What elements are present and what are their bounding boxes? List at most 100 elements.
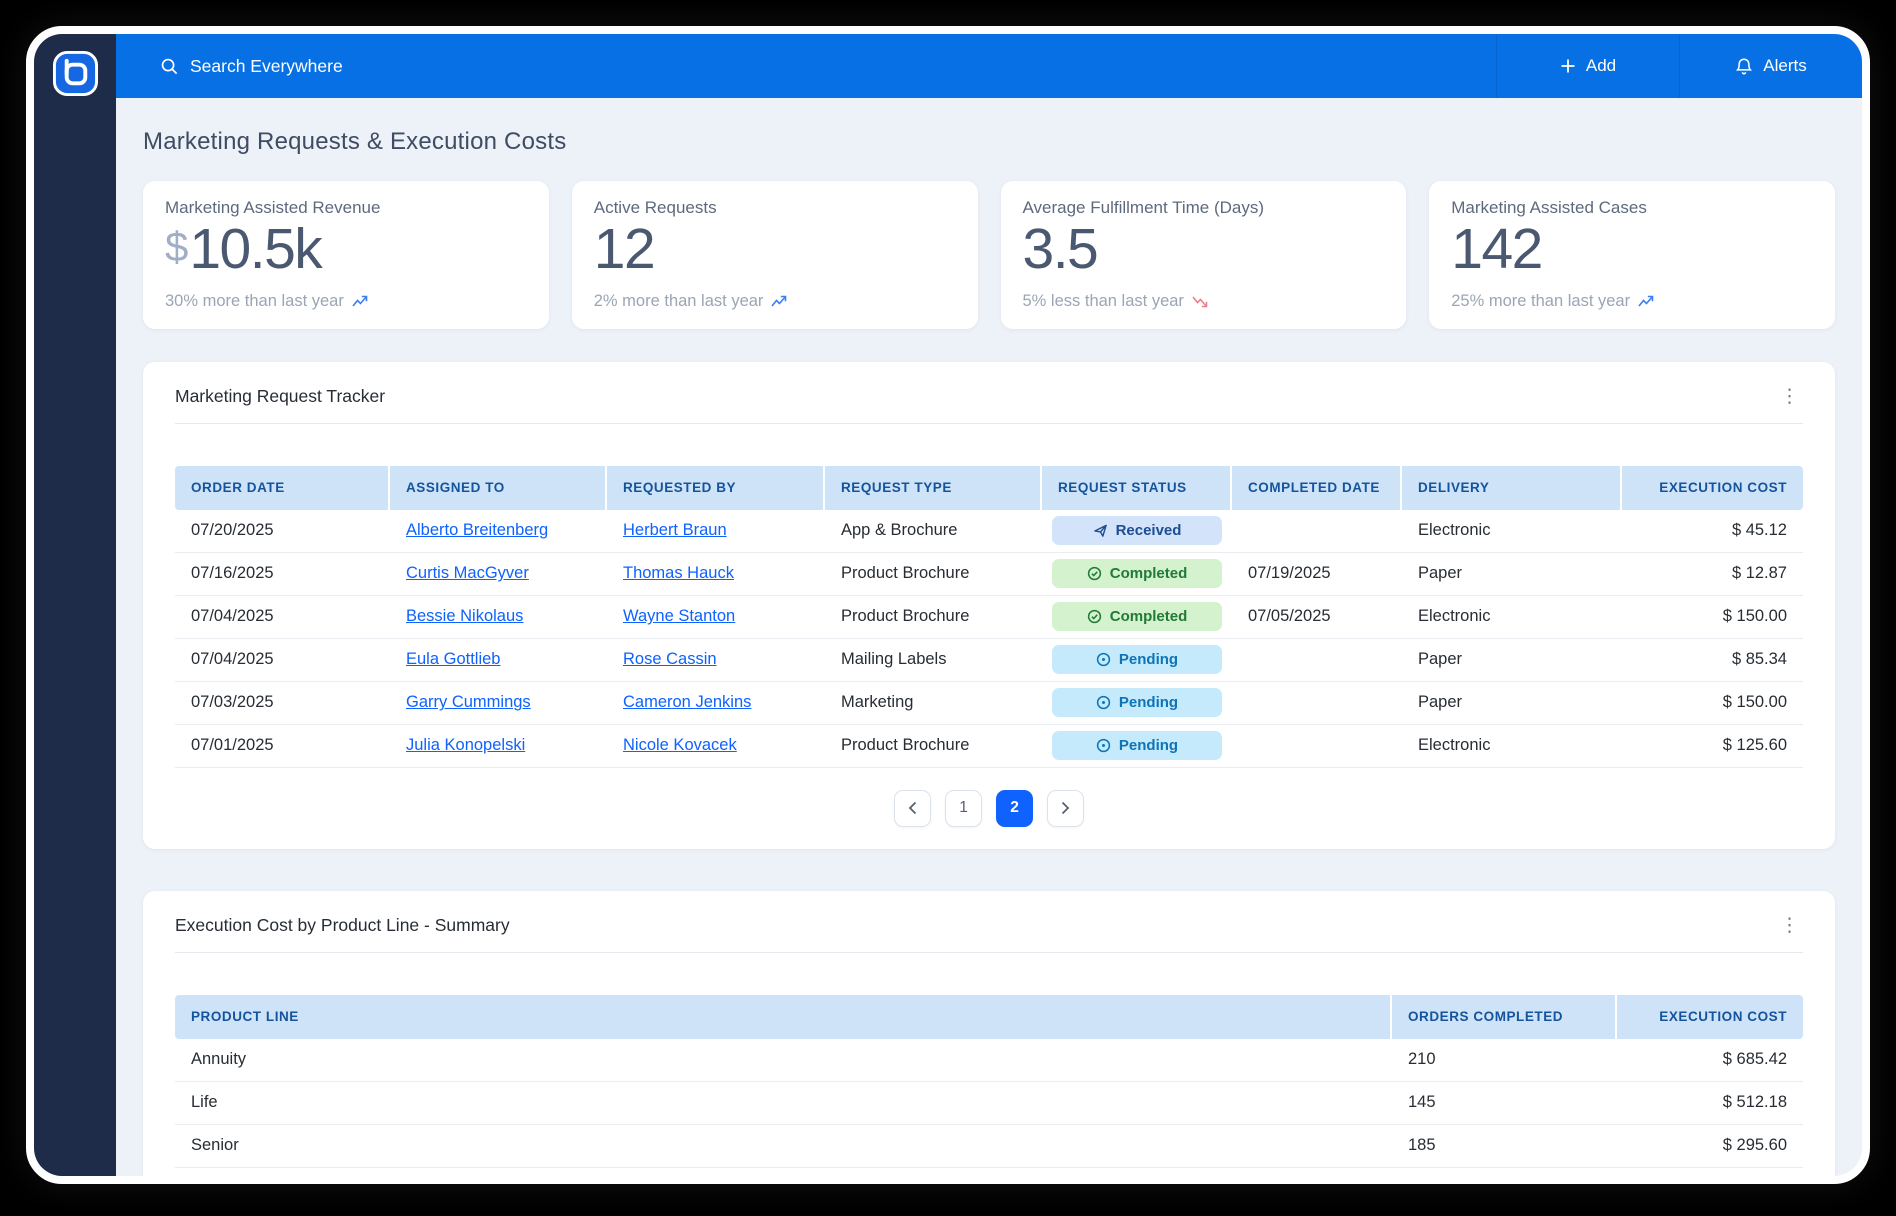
tracker-table-header: ORDER DATE ASSIGNED TO REQUESTED BY REQU… — [175, 465, 1803, 510]
column-header: ORDER DATE — [175, 465, 390, 510]
main-area: Search Everywhere Add Alerts Marketing R… — [116, 34, 1862, 1176]
topbar: Search Everywhere Add Alerts — [116, 34, 1862, 98]
requested-by-link[interactable]: Nicole Kovacek — [623, 736, 737, 755]
requested-by-link[interactable]: Herbert Braun — [623, 521, 727, 540]
plus-icon — [1560, 58, 1576, 74]
trend-up-icon — [1638, 295, 1654, 307]
status-badge: Pending — [1052, 731, 1222, 761]
check-circle-icon — [1087, 567, 1101, 581]
order-date-cell: 07/16/2025 — [191, 564, 274, 583]
sidebar — [34, 34, 116, 1176]
divider — [175, 422, 1803, 424]
column-header: REQUEST TYPE — [825, 465, 1042, 510]
chevron-left-icon — [908, 802, 917, 815]
summary-table-header: PRODUCT LINE ORDERS COMPLETED EXECUTION … — [175, 994, 1803, 1039]
kebab-menu-icon[interactable]: ⋮ — [1776, 916, 1803, 935]
order-date-cell: 07/20/2025 — [191, 521, 274, 540]
bell-icon — [1735, 57, 1753, 76]
assigned-to-link[interactable]: Bessie Nikolaus — [406, 607, 523, 626]
request-type-cell: App & Brochure — [841, 521, 958, 540]
alerts-button[interactable]: Alerts — [1679, 34, 1862, 98]
delivery-cell: Paper — [1418, 693, 1463, 712]
panel-title: Marketing Request Tracker — [175, 386, 386, 407]
send-icon — [1093, 524, 1107, 538]
next-page-button[interactable] — [1047, 789, 1084, 827]
kpi-delta: 2% more than last year — [594, 292, 956, 311]
column-header: ASSIGNED TO — [390, 465, 607, 510]
requested-by-link[interactable]: Wayne Stanton — [623, 607, 735, 626]
completed-date-cell — [1232, 510, 1402, 552]
product-line-cell: Disability — [175, 1168, 1392, 1176]
completed-date-cell: 07/05/2025 — [1248, 607, 1331, 626]
status-badge: Received — [1052, 516, 1222, 546]
panel-header: Execution Cost by Product Line - Summary… — [175, 915, 1803, 937]
requested-by-link[interactable]: Thomas Hauck — [623, 564, 734, 583]
execution-cost-cell: $ 125.60 — [1722, 736, 1787, 755]
assigned-to-link[interactable]: Garry Cummings — [406, 693, 531, 712]
kpi-label: Marketing Assisted Revenue — [165, 198, 381, 217]
column-header: EXECUTION COST — [1659, 480, 1787, 496]
completed-date-cell — [1232, 639, 1402, 681]
pending-circle-icon — [1096, 739, 1111, 753]
order-date-cell: 07/04/2025 — [191, 607, 274, 626]
table-row: 07/20/2025 Alberto Breitenberg Herbert B… — [175, 510, 1803, 553]
kpi-delta: 25% more than last year — [1451, 292, 1813, 311]
execution-cost-cell: $ 685.42 — [1722, 1050, 1787, 1069]
assigned-to-link[interactable]: Alberto Breitenberg — [406, 521, 548, 540]
assigned-to-link[interactable]: Curtis MacGyver — [406, 564, 529, 583]
table-row: Disability — [175, 1168, 1803, 1176]
completed-date-cell: 07/19/2025 — [1248, 564, 1331, 583]
request-type-cell: Product Brochure — [841, 736, 970, 755]
add-button-label: Add — [1585, 56, 1617, 75]
requested-by-link[interactable]: Cameron Jenkins — [623, 693, 751, 712]
kpi-card-marketing-assisted-revenue: Marketing Assisted Revenue $10.5k 30% mo… — [143, 181, 549, 329]
completed-date-cell — [1232, 725, 1402, 767]
kpi-card-marketing-assisted-cases: Marketing Assisted Cases 142 25% more th… — [1429, 181, 1835, 329]
delivery-cell: Paper — [1418, 650, 1463, 669]
status-badge: Completed — [1052, 559, 1222, 589]
kebab-menu-icon[interactable]: ⋮ — [1776, 387, 1803, 406]
check-circle-icon — [1087, 610, 1101, 624]
alerts-button-label: Alerts — [1763, 56, 1807, 75]
delivery-cell: Electronic — [1418, 607, 1491, 626]
column-header: REQUEST STATUS — [1042, 465, 1232, 510]
marketing-request-tracker-panel: Marketing Request Tracker ⋮ ORDER DATE A… — [143, 361, 1835, 849]
search-icon — [160, 57, 179, 76]
orders-completed-cell: 185 — [1408, 1136, 1436, 1155]
execution-cost-cell: $ 45.12 — [1731, 521, 1787, 540]
kpi-delta: 30% more than last year — [165, 292, 527, 311]
column-header: REQUESTED BY — [607, 465, 825, 510]
table-row: Life 145 $ 512.18 — [175, 1082, 1803, 1125]
kpi-value: $10.5k — [165, 217, 323, 281]
order-date-cell: 07/03/2025 — [191, 693, 274, 712]
status-badge: Pending — [1052, 645, 1222, 675]
table-row: 07/01/2025 Julia Konopelski Nicole Kovac… — [175, 725, 1803, 768]
pending-circle-icon — [1096, 696, 1111, 710]
orders-completed-cell — [1392, 1168, 1617, 1176]
execution-cost-cell: $ 150.00 — [1722, 693, 1787, 712]
product-line-cell: Life — [191, 1093, 218, 1112]
trend-down-icon — [1192, 296, 1208, 308]
previous-page-button[interactable] — [894, 789, 931, 827]
trend-up-icon — [352, 295, 368, 307]
delivery-cell: Electronic — [1418, 736, 1491, 755]
requested-by-link[interactable]: Rose Cassin — [623, 650, 717, 669]
add-button[interactable]: Add — [1496, 34, 1679, 98]
request-type-cell: Marketing — [841, 693, 914, 712]
page-2-button[interactable]: 2 — [996, 789, 1033, 827]
table-row: 07/04/2025 Eula Gottlieb Rose Cassin Mai… — [175, 639, 1803, 682]
request-type-cell: Mailing Labels — [841, 650, 947, 669]
page-1-button[interactable]: 1 — [945, 789, 982, 827]
panel-header: Marketing Request Tracker ⋮ — [175, 386, 1803, 408]
kpi-value: 142 — [1451, 217, 1543, 281]
table-row: 07/16/2025 Curtis MacGyver Thomas Hauck … — [175, 553, 1803, 596]
app-logo-icon[interactable] — [52, 50, 99, 97]
search-input[interactable]: Search Everywhere — [116, 34, 1496, 98]
kpi-card-active-requests: Active Requests 12 2% more than last yea… — [571, 181, 978, 329]
assigned-to-link[interactable]: Eula Gottlieb — [406, 650, 500, 669]
app-window: Search Everywhere Add Alerts Marketing R… — [26, 26, 1870, 1184]
assigned-to-link[interactable]: Julia Konopelski — [406, 736, 525, 755]
panel-title: Execution Cost by Product Line - Summary — [175, 915, 510, 936]
kpi-value: 12 — [593, 217, 656, 281]
page-title: Marketing Requests & Execution Costs — [143, 128, 567, 155]
